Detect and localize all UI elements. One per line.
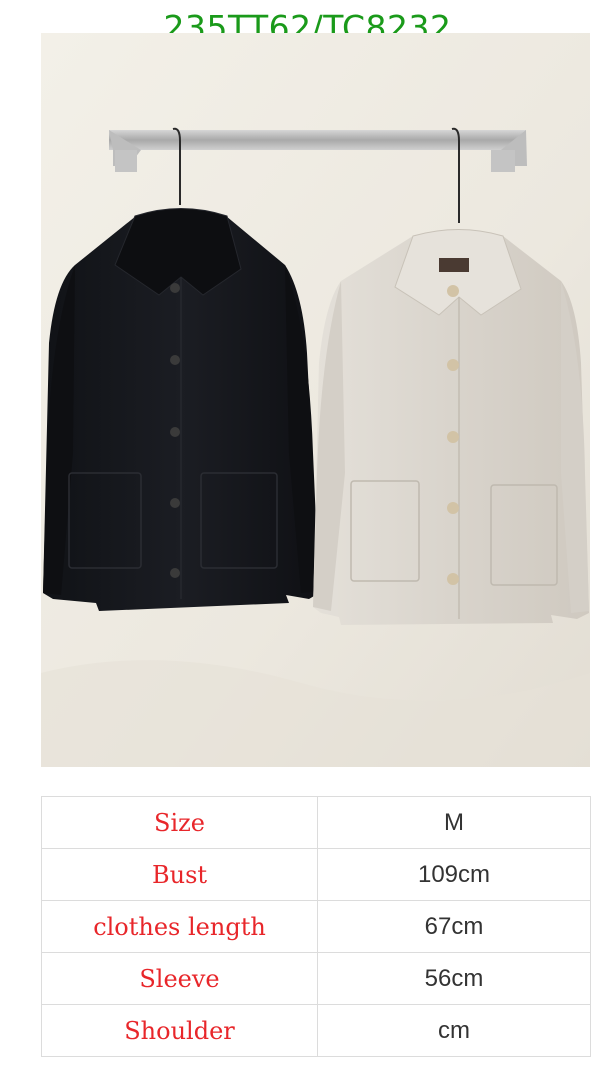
light-jacket (313, 229, 589, 625)
size-table-label: clothes length (41, 900, 318, 953)
product-photo (41, 33, 590, 767)
size-table-value: 56cm (317, 952, 591, 1005)
table-row: Sleeve 56cm (41, 952, 591, 1005)
size-table-value: M (317, 796, 591, 849)
size-table-label: Sleeve (41, 952, 318, 1005)
table-row: Size M (41, 796, 591, 849)
table-row: clothes length 67cm (41, 900, 591, 953)
black-jacket (43, 208, 319, 611)
size-table: Size M Bust 109cm clothes length 67cm Sleeve 56… (41, 796, 591, 1057)
table-row: Shoulder cm (41, 1004, 591, 1057)
table-row: Bust 109cm (41, 848, 591, 901)
size-table-label: Bust (41, 848, 318, 901)
size-table-value: 109cm (317, 848, 591, 901)
size-table-value: 67cm (317, 900, 591, 953)
size-table-label: Size (41, 796, 318, 849)
size-table-value: cm (317, 1004, 591, 1057)
size-table-label: Shoulder (41, 1004, 318, 1057)
